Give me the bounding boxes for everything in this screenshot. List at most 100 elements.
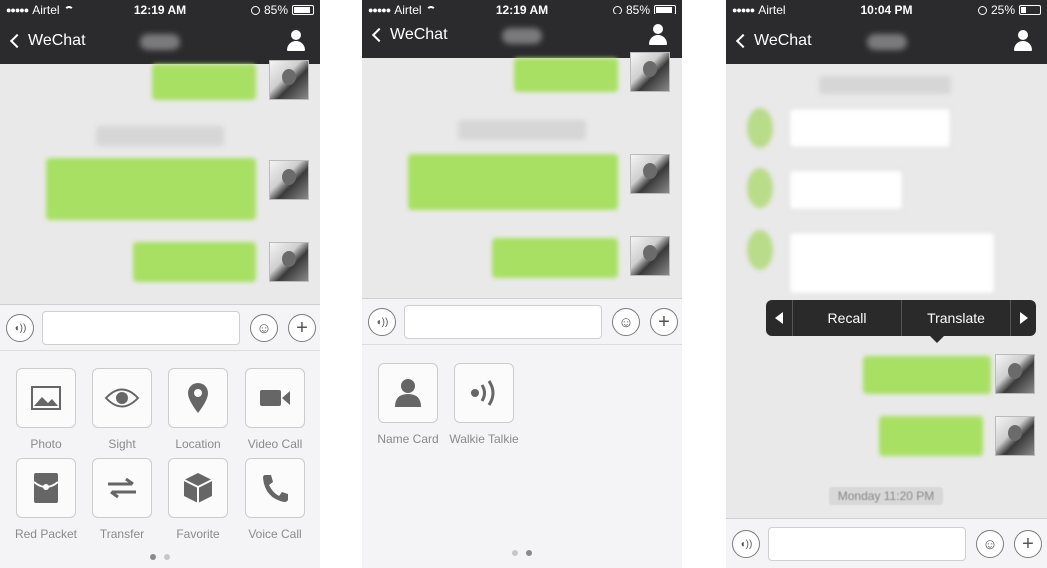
back-label: WeChat (390, 26, 448, 43)
tools-panel: Name Card Walkie Talkie (362, 344, 682, 568)
input-bar: ◖)) ☺ + (0, 304, 320, 350)
walkie-talkie-icon (454, 363, 514, 423)
red-packet-icon (16, 458, 76, 518)
person-icon (378, 363, 438, 423)
menu-next-arrow[interactable] (1010, 300, 1036, 336)
profile-icon[interactable] (1013, 30, 1033, 52)
message-bubble[interactable] (789, 108, 951, 148)
message-bubble[interactable] (408, 154, 618, 210)
message-timestamp: Monday 11:20 PM (829, 487, 943, 505)
system-message (819, 76, 951, 94)
wechat-screen-3: ●●●●● Airtel 10:04 PM 25% WeChat Recall T… (726, 0, 1047, 568)
emoji-icon[interactable]: ☺ (976, 530, 1004, 558)
back-label: WeChat (28, 32, 86, 49)
chevron-left-icon (371, 27, 387, 43)
battery-percent: 25% (990, 3, 1015, 17)
tool-photo[interactable]: Photo (16, 368, 76, 451)
tools-panel: Photo Sight Location Video Call Red Pack… (0, 350, 320, 568)
system-message (96, 126, 224, 146)
emoji-icon[interactable]: ☺ (612, 308, 640, 336)
back-label: WeChat (754, 32, 812, 49)
nav-bar: WeChat (0, 20, 320, 64)
image-icon (16, 368, 76, 428)
avatar (747, 108, 773, 148)
tool-walkie-talkie[interactable]: Walkie Talkie (449, 363, 519, 446)
profile-icon[interactable] (648, 24, 668, 46)
back-button[interactable]: WeChat (370, 26, 448, 44)
back-button[interactable]: WeChat (734, 32, 812, 50)
message-bubble[interactable] (46, 158, 256, 220)
message-bubble[interactable] (514, 58, 618, 92)
battery-icon (292, 5, 314, 15)
location-pin-icon (168, 368, 228, 428)
avatar (630, 154, 670, 194)
message-bubble[interactable] (789, 232, 995, 294)
emoji-icon[interactable]: ☺ (250, 314, 278, 342)
transfer-arrows-icon (92, 458, 152, 518)
avatar (269, 160, 309, 200)
status-bar: ●●●●● Airtel 12:19 AM 85% (0, 0, 320, 20)
message-bubble[interactable] (152, 64, 256, 100)
voice-input-icon[interactable]: ◖)) (6, 314, 34, 342)
avatar (747, 230, 773, 270)
alarm-icon (977, 5, 987, 15)
nav-bar: WeChat (726, 20, 1047, 64)
avatar (995, 416, 1035, 456)
menu-prev-arrow[interactable] (766, 300, 792, 336)
message-input[interactable] (404, 305, 602, 339)
tool-name-card[interactable]: Name Card (377, 363, 439, 446)
tool-sight[interactable]: Sight (92, 368, 152, 451)
page-indicator[interactable] (0, 547, 320, 565)
phone-icon (245, 458, 305, 518)
chevron-left-icon (735, 33, 751, 49)
chat-area (362, 52, 682, 298)
input-bar: ◖)) ☺ + (726, 518, 1047, 568)
input-bar: ◖)) ☺ + (362, 298, 682, 344)
recall-menu-item[interactable]: Recall (792, 300, 901, 336)
chat-area (0, 60, 320, 304)
chat-title (140, 34, 180, 50)
plus-icon[interactable]: + (1014, 530, 1042, 558)
message-bubble[interactable] (133, 242, 256, 282)
message-context-menu: Recall Translate (766, 300, 1036, 343)
chat-title (866, 34, 907, 50)
triangle-left-icon (775, 312, 783, 324)
battery-icon (1019, 5, 1041, 15)
message-bubble[interactable] (863, 356, 991, 394)
message-bubble[interactable] (789, 170, 903, 210)
eye-icon (92, 368, 152, 428)
profile-icon[interactable] (286, 30, 306, 52)
page-indicator[interactable] (362, 543, 682, 561)
translate-menu-item[interactable]: Translate (901, 300, 1010, 336)
tool-location[interactable]: Location (168, 368, 228, 451)
tool-video-call[interactable]: Video Call (245, 368, 305, 451)
plus-icon[interactable]: + (650, 308, 678, 336)
tool-voice-call[interactable]: Voice Call (245, 458, 305, 541)
message-input[interactable] (42, 311, 240, 345)
tool-red-packet[interactable]: Red Packet (15, 458, 77, 541)
status-bar: ●●●●● Airtel 10:04 PM 25% (726, 0, 1047, 20)
menu-pointer (929, 335, 945, 343)
wechat-screen-2: ●●●●● Airtel 12:19 AM 85% WeChat ◖)) ☺ + … (362, 0, 682, 568)
tool-favorite[interactable]: Favorite (168, 458, 228, 541)
avatar (630, 236, 670, 276)
triangle-right-icon (1019, 312, 1028, 324)
wechat-screen-1: ●●●●● Airtel 12:19 AM 85% WeChat ◖)) ☺ + … (0, 0, 320, 568)
plus-icon[interactable]: + (288, 314, 316, 342)
cube-icon (168, 458, 228, 518)
avatar (269, 60, 309, 100)
message-bubble[interactable] (879, 416, 983, 456)
tool-transfer[interactable]: Transfer (92, 458, 152, 541)
voice-input-icon[interactable]: ◖)) (368, 308, 396, 336)
alarm-icon (250, 5, 260, 15)
message-bubble[interactable] (492, 238, 618, 278)
battery-percent: 85% (263, 3, 288, 17)
voice-input-icon[interactable]: ◖)) (732, 530, 760, 558)
avatar (269, 242, 309, 282)
chat-title (502, 28, 542, 44)
message-input[interactable] (768, 527, 966, 561)
chat-area (726, 64, 1047, 518)
system-message (458, 120, 586, 140)
avatar (630, 52, 670, 92)
back-button[interactable]: WeChat (8, 32, 86, 50)
